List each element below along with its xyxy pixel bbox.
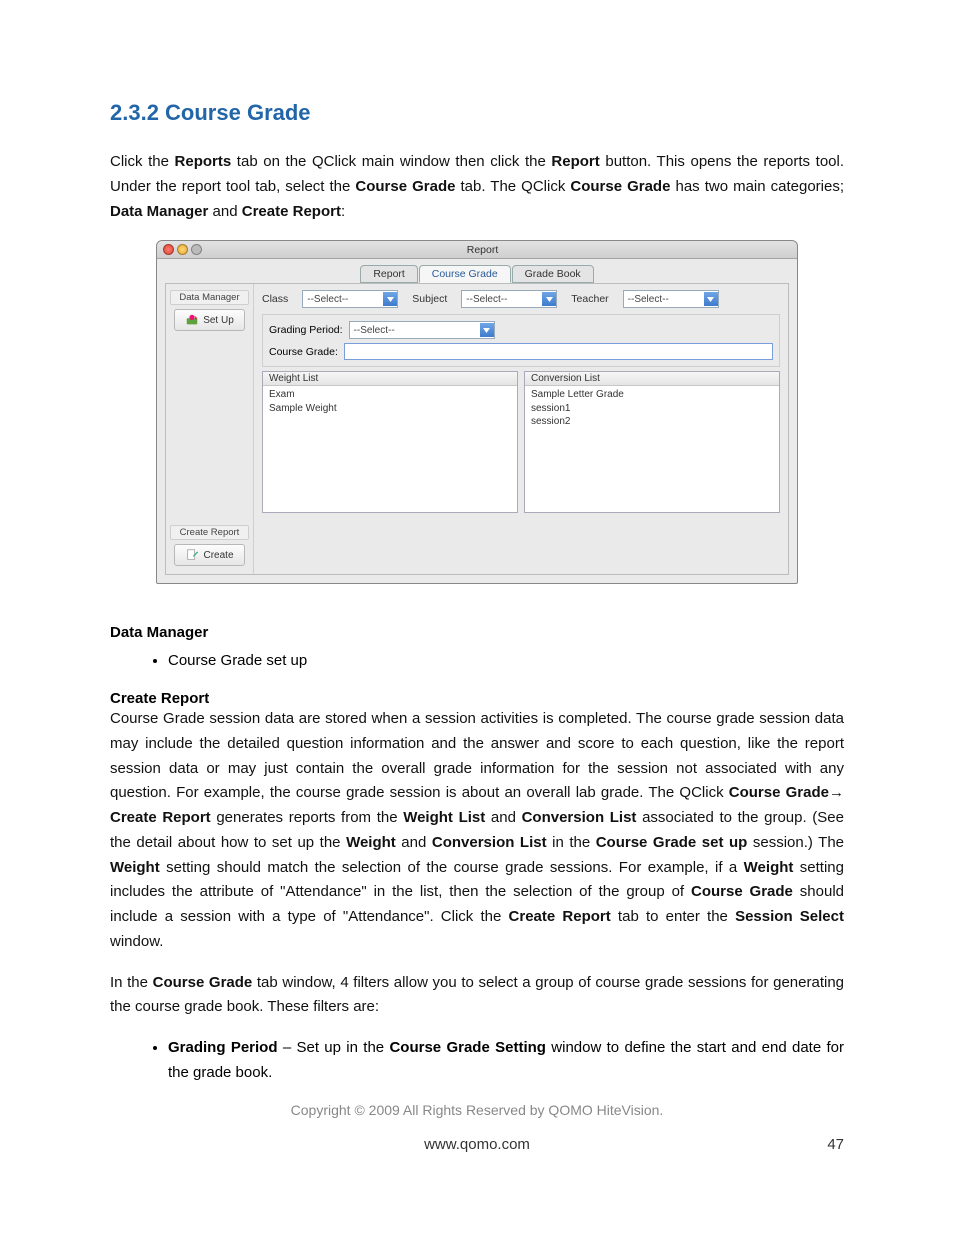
- page-number: 47: [827, 1136, 844, 1153]
- tab-course-grade[interactable]: Course Grade: [419, 265, 511, 283]
- list-item[interactable]: session2: [531, 415, 773, 429]
- conversion-list-header: Conversion List: [525, 372, 779, 386]
- list-item[interactable]: Sample Letter Grade: [531, 388, 773, 402]
- create-report-heading: Create Report: [110, 690, 844, 707]
- conversion-list[interactable]: Conversion List Sample Letter Grade sess…: [524, 371, 780, 513]
- intro-paragraph: Click the Reports tab on the QClick main…: [110, 150, 844, 224]
- setup-button[interactable]: Set Up: [174, 309, 245, 331]
- class-select[interactable]: --Select--: [302, 290, 398, 308]
- tab-grade-book[interactable]: Grade Book: [512, 265, 594, 283]
- create-icon: [185, 548, 199, 562]
- grading-period-select[interactable]: --Select--: [349, 321, 495, 339]
- list-item: Grading Period – Set up in the Course Gr…: [168, 1036, 844, 1086]
- teacher-select[interactable]: --Select--: [623, 290, 719, 308]
- create-button[interactable]: Create: [174, 544, 245, 566]
- chevron-down-icon: [480, 323, 494, 337]
- chevron-down-icon: [704, 292, 718, 306]
- subject-select[interactable]: --Select--: [461, 290, 557, 308]
- create-report-paragraph: Course Grade session data are stored whe…: [110, 707, 844, 955]
- footer-link[interactable]: www.qomo.com: [424, 1136, 530, 1153]
- weight-list[interactable]: Weight List Exam Sample Weight: [262, 371, 518, 513]
- course-grade-label: Course Grade:: [269, 346, 338, 358]
- section-heading: 2.3.2 Course Grade: [110, 100, 844, 126]
- tab-report[interactable]: Report: [360, 265, 418, 283]
- chevron-down-icon: [383, 292, 397, 306]
- weight-list-header: Weight List: [263, 372, 517, 386]
- course-grade-input[interactable]: [344, 343, 773, 360]
- grading-period-label: Grading Period:: [269, 324, 343, 336]
- list-item[interactable]: session1: [531, 402, 773, 416]
- sidebar: Data Manager Set Up Create Report: [166, 284, 254, 574]
- grading-subpanel: Grading Period: --Select-- Course Grade:: [262, 314, 780, 367]
- subject-label: Subject: [412, 293, 447, 305]
- titlebar: Report: [157, 241, 797, 259]
- report-window: Report Report Course Grade Grade Book Da…: [156, 240, 798, 584]
- data-manager-heading: Data Manager: [110, 624, 844, 641]
- create-label: Create: [203, 550, 233, 561]
- copyright: Copyright © 2009 All Rights Reserved by …: [110, 1102, 844, 1118]
- list-item: Course Grade set up: [168, 649, 844, 674]
- main-panel: Class --Select-- Subject --Select-- Teac…: [254, 284, 788, 574]
- list-item[interactable]: Exam: [269, 388, 511, 402]
- setup-icon: [185, 313, 199, 327]
- setup-label: Set Up: [203, 315, 234, 326]
- teacher-label: Teacher: [571, 293, 608, 305]
- class-label: Class: [262, 293, 288, 305]
- sidebar-header-data-manager[interactable]: Data Manager: [170, 290, 249, 305]
- tab-row: Report Course Grade Grade Book: [157, 259, 797, 283]
- window-title: Report: [174, 244, 791, 256]
- filters-paragraph: In the Course Grade tab window, 4 filter…: [110, 971, 844, 1021]
- list-item[interactable]: Sample Weight: [269, 402, 511, 416]
- chevron-down-icon: [542, 292, 556, 306]
- close-icon[interactable]: [163, 244, 174, 255]
- sidebar-header-create-report[interactable]: Create Report: [170, 525, 249, 540]
